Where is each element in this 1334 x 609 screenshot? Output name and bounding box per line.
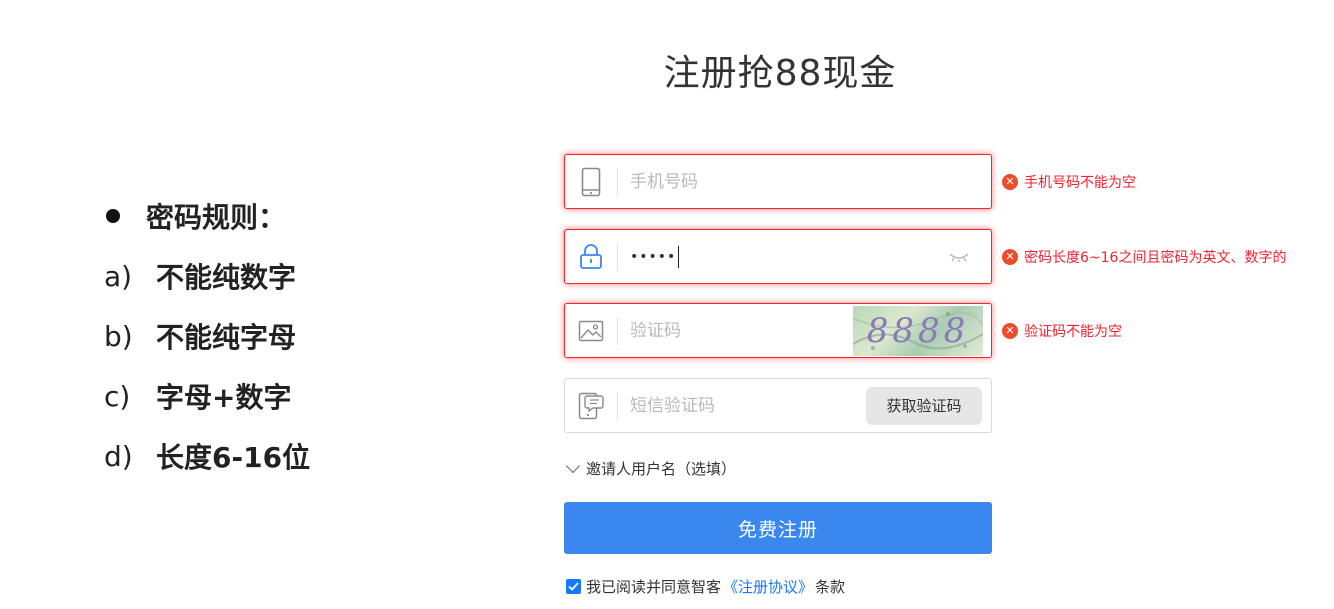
password-error: ✕ 密码长度6~16之间且密码为英文、数字的 bbox=[1002, 247, 1286, 267]
error-icon: ✕ bbox=[1002, 323, 1018, 339]
rule-marker: d) bbox=[104, 439, 133, 473]
phone-icon bbox=[565, 155, 617, 208]
agreement-prefix: 我已阅读并同意智客 bbox=[586, 578, 722, 596]
rule-text: 不能纯数字 bbox=[156, 261, 297, 294]
phone-error: ✕ 手机号码不能为空 bbox=[1002, 172, 1136, 192]
lock-icon bbox=[565, 230, 617, 283]
rule-marker: c) bbox=[104, 379, 131, 413]
agreement-suffix: 条款 bbox=[815, 578, 846, 596]
rule-text: 长度6-16位 bbox=[156, 441, 311, 474]
password-error-text: 密码长度6~16之间且密码为英文、数字的 bbox=[1024, 250, 1287, 266]
rules-title: 密码规则： bbox=[146, 201, 287, 234]
sms-phone-icon bbox=[565, 379, 617, 432]
password-rules: 密码规则： a) 不能纯数字 b) 不能纯字母 c) 字母+数字 d) 长度6-… bbox=[104, 196, 310, 476]
captcha-text: 8888 bbox=[866, 310, 970, 351]
password-input[interactable]: ••••• bbox=[618, 245, 939, 268]
phone-input[interactable] bbox=[618, 155, 991, 208]
agreement-checkbox[interactable] bbox=[566, 579, 581, 594]
sms-code-input[interactable] bbox=[618, 379, 866, 432]
page-title: 注册抢88现金 bbox=[663, 53, 897, 94]
phone-error-text: 手机号码不能为空 bbox=[1024, 175, 1136, 191]
rule-marker: b) bbox=[104, 319, 133, 353]
captcha-error: ✕ 验证码不能为空 bbox=[1002, 321, 1122, 341]
rule-text: 不能纯字母 bbox=[156, 321, 297, 354]
password-field[interactable]: ••••• bbox=[564, 229, 992, 284]
checkmark-icon bbox=[568, 582, 579, 591]
captcha-error-text: 验证码不能为空 bbox=[1024, 324, 1122, 340]
eye-closed-icon[interactable] bbox=[939, 251, 979, 263]
chevron-down-icon bbox=[565, 458, 581, 473]
inviter-toggle[interactable]: 邀请人用户名（选填） bbox=[565, 458, 737, 479]
rule-marker: a) bbox=[104, 259, 133, 293]
rule-item-b: b) 不能纯字母 bbox=[104, 316, 310, 356]
error-icon: ✕ bbox=[1002, 249, 1018, 265]
sms-field[interactable]: 获取验证码 bbox=[564, 378, 992, 433]
rule-item-c: c) 字母+数字 bbox=[104, 376, 310, 416]
bullet-icon bbox=[106, 209, 120, 223]
rule-text: 字母+数字 bbox=[156, 381, 292, 414]
captcha-image[interactable]: 8888 bbox=[853, 305, 983, 356]
register-button[interactable]: 免费注册 bbox=[564, 502, 992, 554]
captcha-field[interactable]: 8888 bbox=[564, 303, 992, 358]
password-value: ••••• bbox=[630, 248, 677, 265]
text-caret bbox=[678, 245, 680, 268]
agreement-link[interactable]: 《注册协议》 bbox=[723, 576, 813, 597]
rule-item-d: d) 长度6-16位 bbox=[104, 436, 310, 476]
rule-item-a: a) 不能纯数字 bbox=[104, 256, 310, 296]
rules-title-row: 密码规则： bbox=[104, 196, 310, 236]
error-icon: ✕ bbox=[1002, 174, 1018, 190]
image-icon bbox=[565, 304, 617, 357]
inviter-label: 邀请人用户名（选填） bbox=[586, 460, 737, 478]
captcha-input[interactable] bbox=[618, 304, 853, 357]
get-sms-code-button[interactable]: 获取验证码 bbox=[866, 386, 982, 425]
phone-field[interactable] bbox=[564, 154, 992, 209]
agreement-row: 我已阅读并同意智客 《注册协议》 条款 bbox=[566, 576, 845, 597]
